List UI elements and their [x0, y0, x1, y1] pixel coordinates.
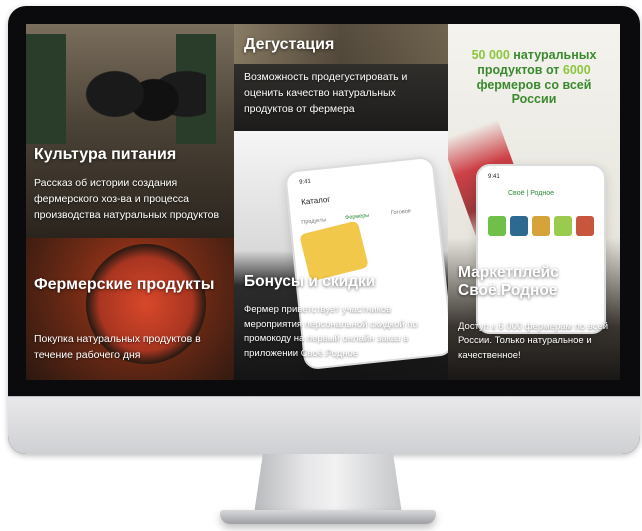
tile-title: Культура питания: [34, 146, 177, 163]
tile-bonus: 9:41 Каталог Продукты Фермеры Готовое Бо…: [234, 131, 448, 380]
tile-tasting: Дегустация Возможность продегустировать …: [234, 24, 448, 131]
tab-ready: Готовое: [390, 208, 412, 217]
tile-title: Фермерские продукты: [34, 276, 215, 293]
category-card: [576, 216, 594, 236]
banner-stand-image: [26, 34, 66, 144]
monitor-chin: [8, 396, 640, 454]
screen: Культура питания Рассказ об истории созд…: [26, 24, 620, 380]
promo-number: 50 000: [471, 48, 510, 62]
category-card: [532, 216, 550, 236]
tile-description: Доступ к 6 000 фермерам по всей России. …: [458, 321, 609, 361]
tile-farm-products: Фермерские продукты Покупка натуральных …: [26, 238, 234, 380]
phone-time: 9:41: [298, 178, 312, 186]
category-card: [554, 216, 572, 236]
category-card: [510, 216, 528, 236]
promo-number: 6000: [562, 62, 591, 77]
tile-description: Покупка натуральных продуктов в течение …: [34, 333, 201, 361]
phone-catalog-title: Каталог: [300, 194, 331, 207]
monitor-stand: [254, 454, 402, 514]
monitor-base: [220, 510, 436, 524]
tile-title: Маркетплейс Своё.Родное: [458, 264, 559, 299]
tile-culture: Культура питания Рассказ об истории созд…: [26, 24, 234, 238]
tile-description: Фермер приветствует участников мероприят…: [244, 304, 418, 360]
tab-products: Продукты: [301, 217, 327, 226]
tile-description: Возможность продегустировать и оценить к…: [244, 71, 408, 115]
phone-time: 9:41: [488, 174, 500, 180]
app-name: Своё | Родное: [508, 190, 555, 197]
tab-farmers: Фермеры: [344, 212, 370, 222]
promo-text: фермеров со всей России: [476, 77, 592, 107]
tile-title: Дегустация: [244, 36, 335, 53]
tile-title: Бонусы и скидки: [244, 273, 376, 290]
tile-marketplace: 50 000 натуральных продуктов от 6000 фер…: [448, 24, 620, 380]
tile-description: Рассказ об истории создания фермерского …: [34, 177, 220, 221]
category-card: [488, 216, 506, 236]
phone-mockup: 9:41 Своё | Родное: [476, 164, 606, 334]
